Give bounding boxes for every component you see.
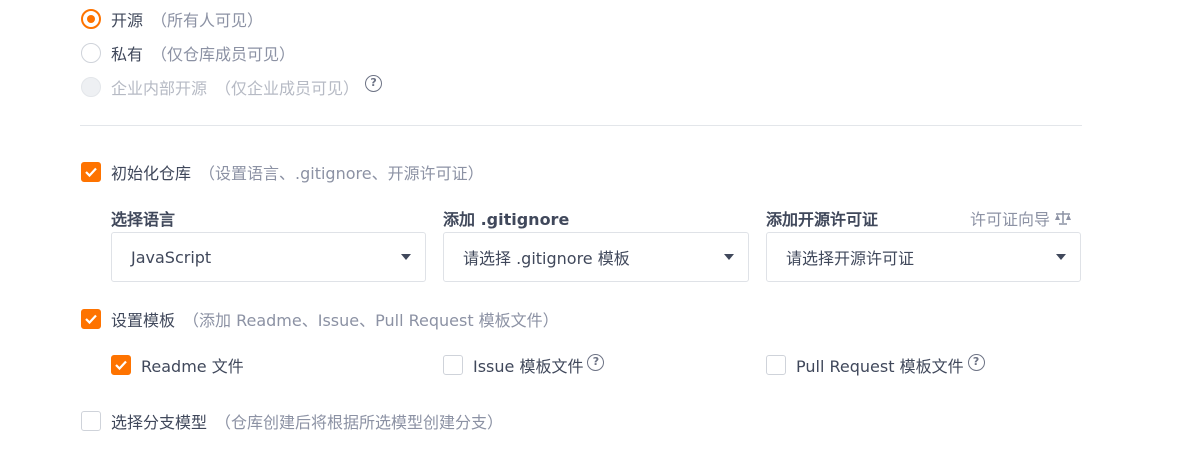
- pr-label: Pull Request 模板文件: [796, 357, 964, 376]
- branch-model-option[interactable]: 选择分支模型 （仓库创建后将根据所选模型创建分支）: [81, 409, 503, 433]
- radio-option-enterprise: 企业内部开源 （仅企业成员可见） ?: [81, 74, 383, 99]
- pr-template-option[interactable]: Pull Request 模板文件 ?: [766, 353, 985, 377]
- branch-model-label: 选择分支模型: [111, 413, 208, 432]
- caret-down-icon: [1056, 254, 1066, 260]
- issue-label: Issue 模板文件: [473, 357, 584, 376]
- help-icon[interactable]: ?: [967, 353, 985, 371]
- readme-label: Readme 文件: [141, 357, 244, 376]
- radio-option-public[interactable]: 开源 （所有人可见）: [81, 7, 263, 31]
- checkmark-icon: [85, 314, 97, 325]
- language-title: 选择语言: [111, 210, 176, 229]
- enterprise-radio: [81, 77, 101, 97]
- license-wizard-link[interactable]: 许可证向导: [970, 206, 1072, 230]
- templates-checkbox[interactable]: [81, 309, 101, 329]
- gitignore-select-value: 请选择 .gitignore 模板: [463, 249, 630, 268]
- license-select-value: 请选择开源许可证: [786, 249, 915, 268]
- enterprise-hint: （仅企业成员可见）: [215, 79, 360, 98]
- init-repo-hint: （设置语言、.gitignore、开源许可证）: [199, 164, 484, 183]
- section-divider: [80, 125, 1082, 126]
- checkmark-icon: [85, 167, 97, 178]
- caret-down-icon: [401, 254, 411, 260]
- readme-checkbox[interactable]: [111, 355, 131, 375]
- radio-option-private[interactable]: 私有 （仅仓库成员可见）: [81, 41, 295, 65]
- templates-option[interactable]: 设置模板 （添加 Readme、Issue、Pull Request 模板文件）: [81, 307, 559, 331]
- gitignore-title: 添加 .gitignore: [443, 210, 570, 229]
- checkmark-icon: [115, 360, 127, 371]
- init-repo-label: 初始化仓库: [111, 164, 192, 183]
- init-repo-checkbox[interactable]: [81, 162, 101, 182]
- enterprise-label: 企业内部开源: [111, 79, 208, 98]
- language-select[interactable]: JavaScript: [111, 232, 426, 282]
- templates-hint: （添加 Readme、Issue、Pull Request 模板文件）: [183, 311, 559, 330]
- templates-label: 设置模板: [111, 311, 176, 330]
- private-radio[interactable]: [81, 43, 101, 63]
- license-title: 添加开源许可证: [766, 210, 879, 229]
- pr-checkbox[interactable]: [766, 355, 786, 375]
- radio-dot-icon: [87, 15, 95, 23]
- language-select-value: JavaScript: [131, 247, 212, 267]
- public-hint: （所有人可见）: [151, 11, 264, 30]
- issue-checkbox[interactable]: [443, 355, 463, 375]
- caret-down-icon: [724, 254, 734, 260]
- private-label: 私有: [111, 45, 144, 64]
- gitignore-select[interactable]: 请选择 .gitignore 模板: [443, 232, 749, 282]
- branch-model-hint: （仓库创建后将根据所选模型创建分支）: [215, 413, 504, 432]
- help-icon[interactable]: ?: [587, 353, 605, 371]
- private-hint: （仅仓库成员可见）: [151, 45, 296, 64]
- branch-model-checkbox[interactable]: [81, 411, 101, 431]
- license-wizard-label: 许可证向导: [970, 210, 1051, 229]
- init-repo-option[interactable]: 初始化仓库 （设置语言、.gitignore、开源许可证）: [81, 160, 484, 184]
- public-label: 开源: [111, 11, 144, 30]
- license-select[interactable]: 请选择开源许可证: [766, 232, 1081, 282]
- issue-template-option[interactable]: Issue 模板文件 ?: [443, 353, 605, 377]
- public-radio[interactable]: [81, 9, 101, 29]
- readme-template-option[interactable]: Readme 文件: [111, 353, 244, 377]
- help-icon[interactable]: ?: [365, 74, 383, 92]
- scale-icon: [1055, 211, 1072, 225]
